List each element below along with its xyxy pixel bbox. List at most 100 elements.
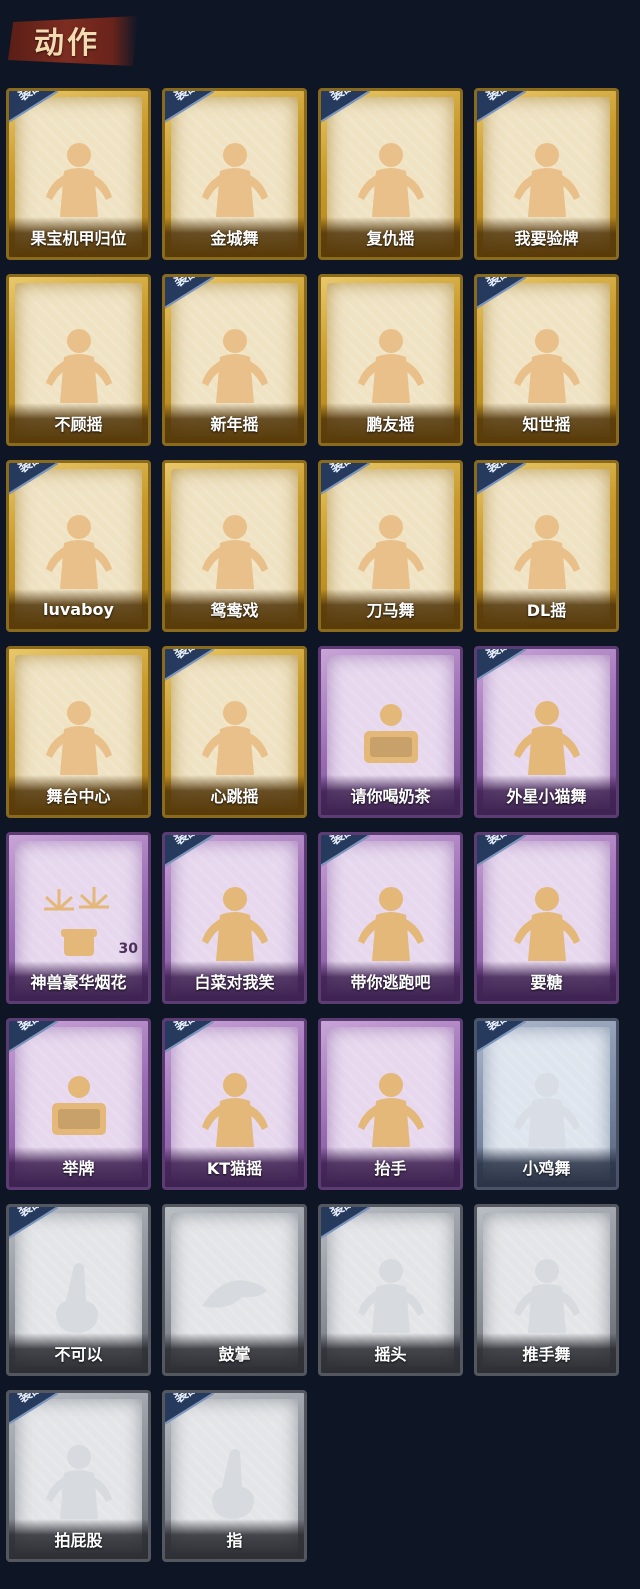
emote-card[interactable]: 请你喝奶茶	[318, 646, 463, 818]
dancer-pose-icon	[190, 879, 280, 969]
emote-card[interactable]: 拍屁股 装配	[6, 1390, 151, 1562]
equipped-badge: 装配	[477, 646, 526, 686]
emote-card[interactable]: 心跳摇 装配	[162, 646, 307, 818]
emote-card[interactable]: 要糖 装配	[474, 832, 619, 1004]
card-label-bar: 知世摇	[477, 403, 616, 443]
dancer-pose-icon	[346, 879, 436, 969]
emote-card[interactable]: 举牌 装配	[6, 1018, 151, 1190]
equipped-badge-label: 装配	[16, 1018, 47, 1035]
emote-card[interactable]: 舞台中心	[6, 646, 151, 818]
equipped-badge-label: 装配	[484, 1018, 515, 1035]
emote-card[interactable]: 小鸡舞 装配	[474, 1018, 619, 1190]
equipped-badge: 装配	[165, 91, 214, 128]
card-label: KT猫摇	[206, 1159, 263, 1178]
emote-card[interactable]: 刀马舞 装配	[318, 460, 463, 632]
card-label: 推手舞	[522, 1345, 571, 1364]
card-label-bar: 小鸡舞	[477, 1147, 616, 1187]
equipped-badge-label: 装配	[16, 1390, 47, 1407]
emote-card[interactable]: 我要验牌 装配	[474, 88, 619, 260]
header: 动作	[0, 0, 640, 80]
emote-card[interactable]: 新年摇 装配	[162, 274, 307, 446]
emote-card[interactable]: 抬手	[318, 1018, 463, 1190]
pointing-hand-icon	[190, 1437, 280, 1527]
emote-card[interactable]: 果宝机甲归位 装配	[6, 88, 151, 260]
emote-card[interactable]: 带你逃跑吧 装配	[318, 832, 463, 1004]
dancer-pose-icon	[190, 507, 280, 597]
emote-card[interactable]: 白菜对我笑 装配	[162, 832, 307, 1004]
card-label-bar: 复仇摇	[321, 217, 460, 257]
equipped-badge: 装配	[165, 277, 214, 314]
card-label: DL摇	[526, 601, 567, 620]
card-label-bar: 我要验牌	[477, 217, 616, 257]
equipped-badge-label: 装配	[484, 646, 515, 663]
equipped-badge: 装配	[165, 835, 214, 872]
equipped-badge: 装配	[9, 463, 58, 500]
dancer-pose-icon	[502, 135, 592, 225]
card-label-bar: 鼓掌	[165, 1333, 304, 1373]
card-label-bar: 舞台中心	[9, 775, 148, 815]
card-label-bar: 神兽豪华烟花	[9, 961, 148, 1001]
finger-wag-icon	[34, 1251, 124, 1341]
emote-card[interactable]: 鼓掌	[162, 1204, 307, 1376]
emote-card[interactable]: 鸳鸯戏	[162, 460, 307, 632]
card-label: 知世摇	[522, 415, 571, 434]
card-label-bar: 要糖	[477, 961, 616, 1001]
emote-card[interactable]: 外星小猫舞 装配	[474, 646, 619, 818]
card-label: 金城舞	[210, 229, 259, 248]
equipped-badge-label: 装配	[172, 1018, 203, 1035]
emote-card[interactable]: 复仇摇 装配	[318, 88, 463, 260]
dancer-pose-icon	[190, 135, 280, 225]
card-label-bar: 不顾摇	[9, 403, 148, 443]
equipped-badge-label: 装配	[172, 1390, 203, 1407]
emote-card[interactable]: 不顾摇	[6, 274, 151, 446]
emote-card[interactable]: 摇头 装配	[318, 1204, 463, 1376]
card-label-bar: 请你喝奶茶	[321, 775, 460, 815]
card-label: 复仇摇	[366, 229, 415, 248]
card-label-bar: 心跳摇	[165, 775, 304, 815]
card-label: luvaboy	[43, 599, 114, 619]
page-title: 动作	[34, 26, 100, 61]
emote-card[interactable]: DL摇 装配	[474, 460, 619, 632]
card-label: 鸳鸯戏	[210, 601, 259, 620]
equipped-badge-label: 装配	[328, 88, 359, 105]
equipped-badge: 装配	[321, 460, 370, 500]
card-label-bar: 刀马舞	[321, 589, 460, 629]
equipped-badge-label: 装配	[484, 832, 515, 849]
card-label: 白菜对我笑	[194, 973, 275, 992]
card-label: 举牌	[62, 1159, 95, 1178]
equipped-badge-label: 装配	[328, 832, 359, 849]
dancer-pose-icon	[190, 1065, 280, 1155]
card-label: 刀马舞	[366, 601, 415, 620]
equipped-badge: 装配	[477, 1018, 526, 1058]
equipped-badge: 装配	[165, 1018, 214, 1058]
emote-card[interactable]: KT猫摇 装配	[162, 1018, 307, 1190]
emote-card[interactable]: 金城舞 装配	[162, 88, 307, 260]
dancer-pose-icon	[346, 507, 436, 597]
emote-card[interactable]: 不可以 装配	[6, 1204, 151, 1376]
dancer-pose-icon	[502, 321, 592, 411]
emote-card[interactable]: 30 神兽豪华烟花	[6, 832, 151, 1004]
dancer-pose-icon	[502, 693, 592, 783]
equipped-badge-label: 装配	[484, 88, 515, 105]
card-label: 舞台中心	[46, 787, 111, 806]
card-label-bar: 举牌	[9, 1147, 148, 1187]
emote-card[interactable]: luvaboy 装配	[6, 460, 151, 632]
card-label: 带你逃跑吧	[350, 973, 431, 992]
silver-figure-icon	[502, 879, 592, 969]
card-label: 小鸡舞	[522, 1159, 571, 1178]
emote-card[interactable]: 推手舞	[474, 1204, 619, 1376]
card-label-bar: 拍屁股	[9, 1519, 148, 1559]
equipped-badge-label: 装配	[16, 1204, 47, 1221]
card-label: 不顾摇	[54, 415, 103, 434]
card-label-bar: 金城舞	[165, 217, 304, 257]
card-label: 果宝机甲归位	[30, 229, 127, 248]
card-label: 请你喝奶茶	[350, 787, 431, 806]
emote-card[interactable]: 知世摇 装配	[474, 274, 619, 446]
dancer-pose-icon	[34, 507, 124, 597]
equipped-badge: 装配	[321, 832, 370, 872]
equipped-badge-label: 装配	[484, 460, 515, 477]
equipped-badge-label: 装配	[328, 460, 359, 477]
emote-card[interactable]: 指 装配	[162, 1390, 307, 1562]
emote-card[interactable]: 鹏友摇	[318, 274, 463, 446]
equipped-badge: 装配	[321, 1207, 370, 1244]
